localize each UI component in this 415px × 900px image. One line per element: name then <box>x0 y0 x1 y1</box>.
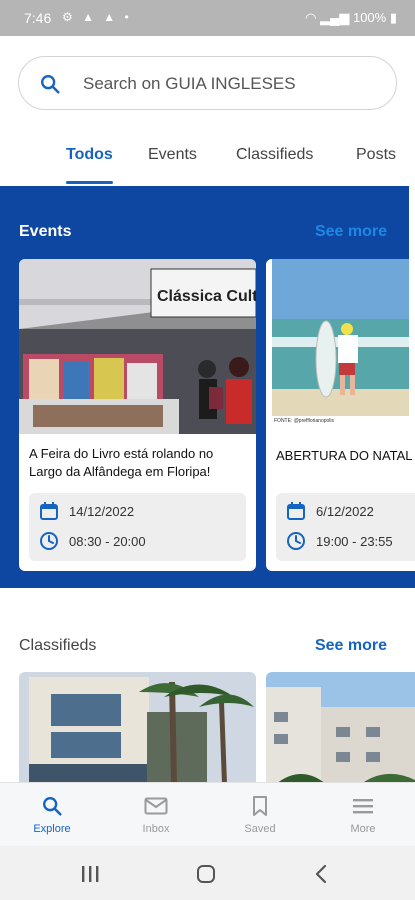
notification-icons: ⚙ ▲ ▲ • <box>62 10 132 24</box>
back-button[interactable] <box>314 864 328 884</box>
event-date-row: 6/12/2022 <box>286 501 415 525</box>
bottom-navigation: Explore Inbox Saved More <box>0 782 415 846</box>
search-bar[interactable] <box>18 56 397 110</box>
event-info-box: 14/12/2022 08:30 - 20:00 <box>29 493 246 561</box>
search-icon <box>43 797 62 816</box>
clock-icon <box>287 532 305 550</box>
tab-label: Todos <box>66 146 113 163</box>
nav-saved[interactable]: Saved <box>220 795 300 835</box>
nav-explore[interactable]: Explore <box>12 795 92 835</box>
tab-todos[interactable]: Todos <box>66 146 113 186</box>
events-see-more-link[interactable]: See more <box>315 223 387 241</box>
menu-icon <box>353 799 373 814</box>
signal-icon: ▂▄▆ <box>320 10 353 25</box>
nav-label: Saved <box>244 823 276 835</box>
tab-bar: Todos Events Classifieds Posts <box>0 146 415 186</box>
event-title: ABERTURA DO NATAL <box>276 448 413 463</box>
event-date: 6/12/2022 <box>316 504 374 519</box>
clock-icon <box>40 532 58 550</box>
nav-more[interactable]: More <box>323 795 403 835</box>
search-icon <box>41 75 60 94</box>
classified-card[interactable] <box>266 672 415 784</box>
event-image: FONTE: @prefflorianopolis <box>266 259 415 434</box>
tab-active-indicator <box>66 181 113 184</box>
status-right: ◠ ▂▄▆ 100% ▮ <box>305 10 397 26</box>
event-date: 14/12/2022 <box>69 504 135 519</box>
wifi-icon: ◠ <box>305 10 321 25</box>
classifieds-see-more-link[interactable]: See more <box>315 637 387 655</box>
classified-image <box>19 672 256 784</box>
tab-label: Events <box>148 146 197 163</box>
events-section: Events See more Clássica Cultur <box>0 178 415 588</box>
event-date-row: 14/12/2022 <box>39 501 239 525</box>
tab-events[interactable]: Events <box>148 146 197 186</box>
event-time-row: 08:30 - 20:00 <box>39 531 239 555</box>
events-title: Events <box>19 223 72 240</box>
nav-label: Explore <box>33 823 71 835</box>
event-card[interactable]: FONTE: @prefflorianopolis ABERTURA DO NA… <box>266 259 415 571</box>
nav-inbox[interactable]: Inbox <box>116 795 196 835</box>
tab-label: Posts <box>356 146 397 163</box>
status-time: 7:46 <box>24 10 52 26</box>
event-time: 19:00 - 23:55 <box>316 534 393 549</box>
event-info-box: 6/12/2022 19:00 - 23:55 <box>276 493 415 561</box>
image-sign-text: Clássica Cultur <box>157 288 256 305</box>
system-navigation-bar <box>0 846 415 900</box>
event-title: A Feira do Livro está rolando no Largo d… <box>29 446 214 479</box>
tab-posts[interactable]: Posts <box>356 146 396 186</box>
battery-level: 100% <box>352 10 387 25</box>
tab-classifieds[interactable]: Classifieds <box>236 146 313 186</box>
search-input[interactable] <box>83 71 383 97</box>
status-bar: 7:46 ⚙ ▲ ▲ • ◠ ▂▄▆ 100% ▮ <box>0 0 415 36</box>
home-button[interactable] <box>196 864 216 884</box>
recent-apps-button[interactable] <box>80 865 100 883</box>
event-time: 08:30 - 20:00 <box>69 534 146 549</box>
nav-label: Inbox <box>142 823 170 835</box>
classified-image <box>266 672 415 784</box>
tab-label: Classifieds <box>236 146 314 163</box>
battery-icon: ▮ <box>389 10 397 25</box>
calendar-icon <box>40 502 58 520</box>
nav-label: More <box>350 823 376 835</box>
mail-icon <box>144 797 168 815</box>
event-image: Clássica Cultur <box>19 259 256 434</box>
event-time-row: 19:00 - 23:55 <box>286 531 415 555</box>
classifieds-title: Classifieds <box>19 637 97 654</box>
calendar-icon <box>287 502 305 520</box>
bookmark-icon <box>253 796 267 816</box>
image-caption: FONTE: @prefflorianopolis <box>274 418 335 424</box>
classified-card[interactable] <box>19 672 256 784</box>
event-card[interactable]: Clássica Cultur A Feira do Livro está ro… <box>19 259 256 571</box>
